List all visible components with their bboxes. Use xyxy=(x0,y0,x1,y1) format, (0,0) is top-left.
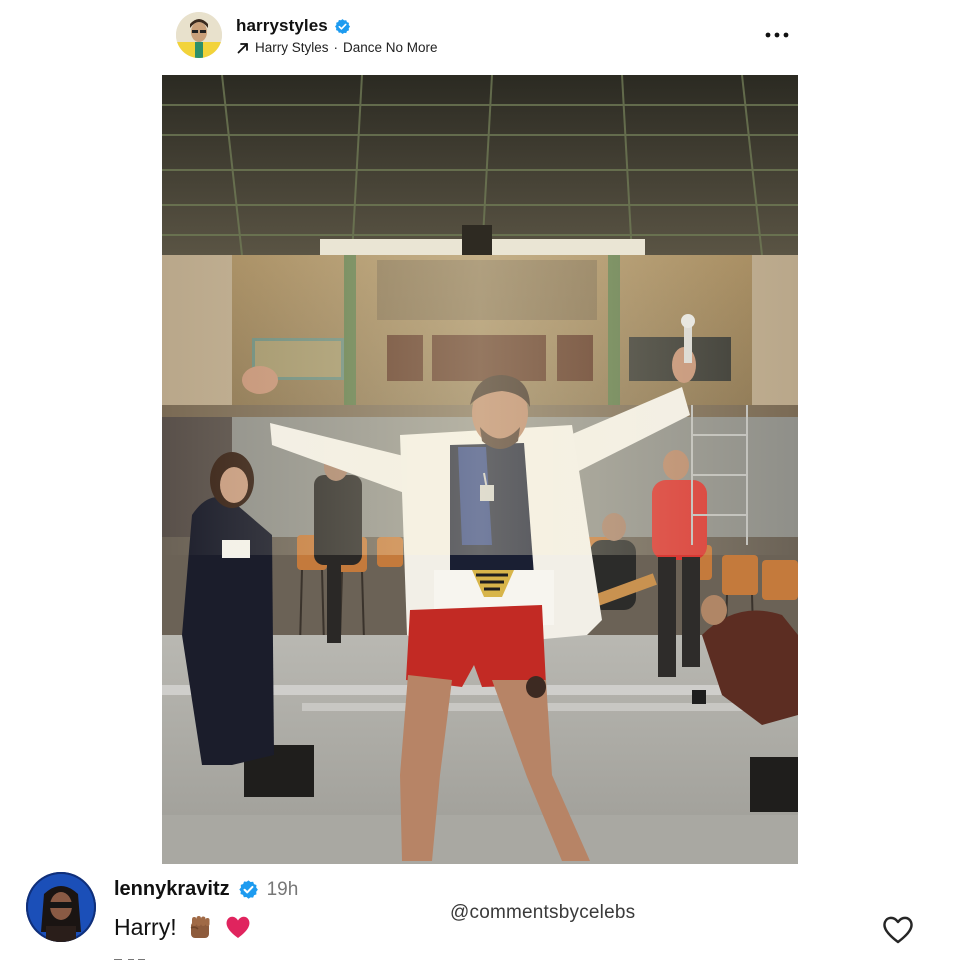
watermark: @commentsbycelebs xyxy=(450,902,636,923)
comment: lennykravitz 19h Harry! @commentsbyceleb… xyxy=(26,870,936,960)
verified-badge-icon xyxy=(334,18,350,34)
comment-text: Harry! xyxy=(114,913,177,940)
comment-avatar-image xyxy=(26,872,96,942)
audio-artist: Harry Styles xyxy=(255,40,329,55)
instagram-post-screenshot: harrystyles Harry Styles · Dance No More xyxy=(0,0,960,960)
more-options-button[interactable] xyxy=(762,24,792,46)
comment-meta: lennykravitz 19h xyxy=(114,878,298,901)
audio-song: Dance No More xyxy=(343,40,438,55)
red-heart-icon xyxy=(226,916,250,938)
comment-username[interactable]: lennykravitz xyxy=(114,878,230,901)
post-header: harrystyles Harry Styles · Dance No More xyxy=(176,12,800,62)
ellipsis-icon xyxy=(765,32,789,38)
post-username[interactable]: harrystyles xyxy=(236,16,328,36)
post-audio-row[interactable]: Harry Styles · Dance No More xyxy=(236,40,438,55)
avatar-image xyxy=(176,12,222,58)
raised-fist-icon xyxy=(190,916,210,938)
photo-scene xyxy=(162,75,798,864)
harrystyles-avatar[interactable] xyxy=(176,12,222,58)
trending-arrow-icon xyxy=(237,42,248,53)
like-button[interactable] xyxy=(880,912,916,946)
post-username-row: harrystyles xyxy=(236,16,351,36)
comment-body: Harry! xyxy=(114,912,253,942)
comment-timestamp: 19h xyxy=(266,878,299,900)
post-photo[interactable] xyxy=(162,75,798,864)
lennykravitz-avatar[interactable] xyxy=(26,872,96,942)
audio-separator: · xyxy=(333,40,339,55)
verified-badge-icon xyxy=(238,880,258,899)
reply-link-fragment[interactable] xyxy=(114,954,174,960)
heart-outline-icon xyxy=(883,916,913,944)
